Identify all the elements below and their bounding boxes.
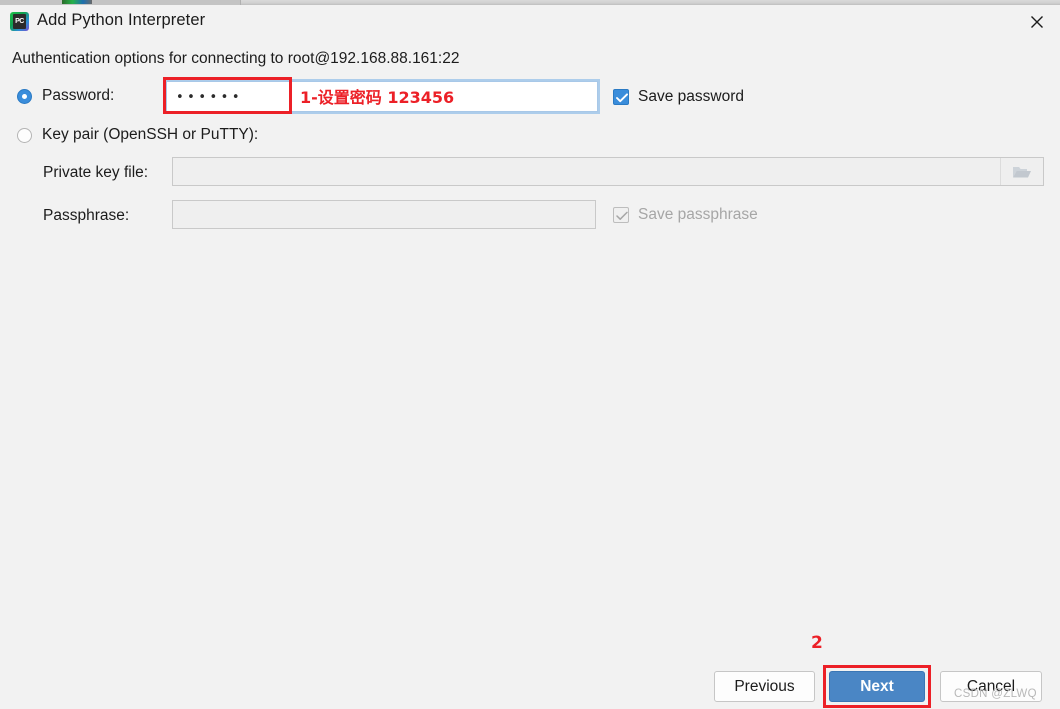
next-button[interactable]: Next [829, 671, 925, 702]
folder-icon [1013, 167, 1031, 178]
auth-subtitle: Authentication options for connecting to… [12, 50, 460, 67]
password-radio-label: Password: [42, 87, 115, 104]
password-input-value: •••••• [176, 90, 244, 105]
save-passphrase-checkbox-row: Save passphrase [613, 206, 758, 224]
keypair-radio-row[interactable]: Key pair (OpenSSH or PuTTY): [17, 126, 258, 144]
previous-button[interactable]: Previous [714, 671, 815, 702]
save-password-checkbox[interactable] [613, 89, 629, 105]
private-key-file-label: Private key file: [43, 164, 149, 181]
password-input[interactable]: •••••• 1-设置密码 123456 [166, 81, 598, 112]
keypair-radio[interactable] [17, 127, 32, 143]
private-key-browse-button [1000, 158, 1043, 185]
save-passphrase-label: Save passphrase [638, 206, 758, 223]
annotation-step1-text: 1-设置密码 123456 [300, 88, 455, 107]
dialog-title: Add Python Interpreter [37, 11, 206, 29]
private-key-file-input [172, 157, 1044, 186]
checkmark-icon [616, 93, 628, 103]
watermark: CSDN @ZLWQ [954, 688, 1037, 700]
add-python-interpreter-dialog: PC Add Python Interpreter Authentication… [0, 5, 1060, 709]
pycharm-icon-label: PC [13, 14, 26, 29]
passphrase-input [172, 200, 596, 229]
passphrase-label: Passphrase: [43, 207, 130, 224]
password-radio-row[interactable]: Password: [17, 87, 114, 105]
save-password-label: Save password [638, 88, 744, 105]
keypair-radio-label: Key pair (OpenSSH or PuTTY): [42, 126, 259, 143]
close-icon [1031, 16, 1043, 28]
dialog-titlebar: PC Add Python Interpreter [0, 5, 1060, 39]
close-button[interactable] [1014, 5, 1060, 36]
save-password-checkbox-row[interactable]: Save password [613, 88, 744, 106]
checkmark-icon [616, 211, 628, 220]
annotation-step2-text: 2 [811, 633, 823, 653]
save-passphrase-checkbox [613, 207, 629, 223]
password-radio[interactable] [17, 88, 32, 104]
pycharm-icon: PC [10, 12, 29, 31]
